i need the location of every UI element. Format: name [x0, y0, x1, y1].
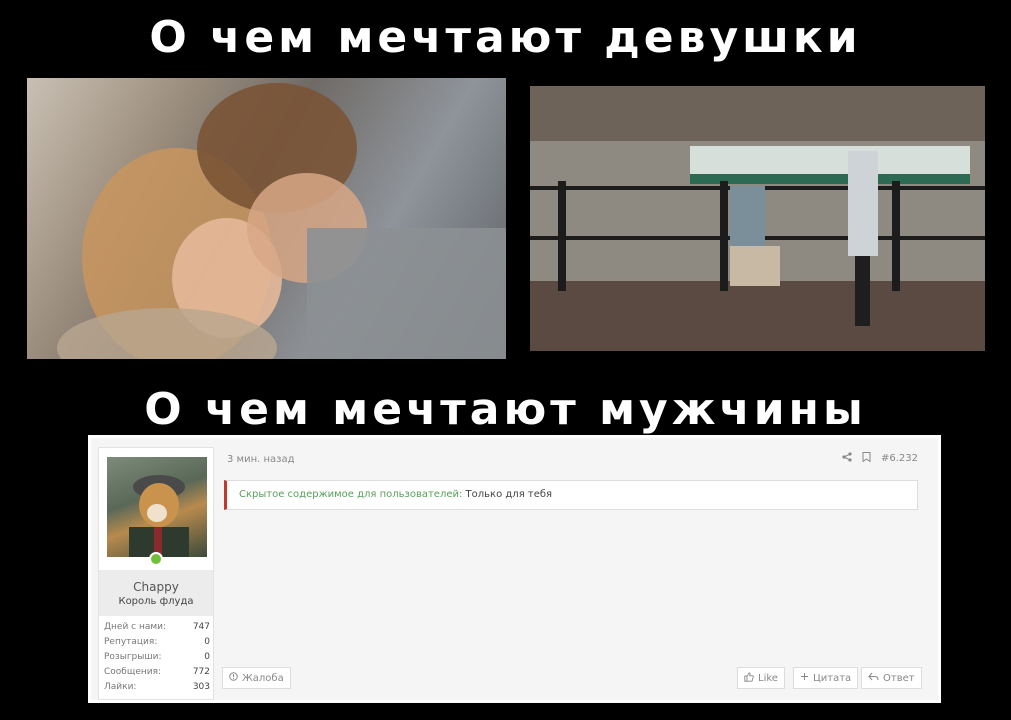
quote-label: Цитата	[813, 672, 852, 684]
forum-post: Chappy Король флуда Дней с нами: 747 Репу…	[88, 435, 941, 703]
couple-hug-photo	[27, 78, 506, 359]
avatar[interactable]	[107, 457, 207, 557]
stat-days: Дней с нами: 747	[104, 620, 210, 635]
plus-icon	[800, 672, 809, 684]
report-button[interactable]: Жалоба	[222, 667, 291, 689]
stat-label: Дней с нами:	[104, 622, 167, 632]
user-stats: Дней с нами: 747 Репутация: 0 Розыгрыши: 0 …	[104, 620, 210, 695]
stat-label: Сообщения:	[104, 667, 162, 677]
post-meta-actions: #6.232	[842, 452, 918, 465]
user-card: Chappy Король флуда Дней с нами: 747 Репу…	[98, 447, 214, 700]
top-heading: О чем мечтают девушки	[149, 12, 862, 63]
stat-value: 747	[192, 622, 210, 632]
stat-label: Лайки:	[104, 682, 137, 692]
warning-icon	[229, 672, 238, 684]
stat-reputation: Репутация: 0	[104, 635, 210, 650]
bottom-heading: О чем мечтают мужчины	[144, 384, 867, 435]
post-number[interactable]: #6.232	[881, 453, 918, 464]
quote-button[interactable]: Цитата	[793, 667, 859, 689]
hidden-content-value: Только для тебя	[465, 489, 553, 500]
like-label: Like	[758, 672, 778, 684]
stat-value: 303	[192, 682, 210, 692]
stat-value: 0	[204, 652, 210, 662]
reply-button[interactable]: Ответ	[861, 667, 922, 689]
stat-label: Розыгрыши:	[104, 652, 162, 662]
share-icon[interactable]	[842, 452, 852, 465]
stat-messages: Сообщения: 772	[104, 665, 210, 680]
stat-giveaways: Розыгрыши: 0	[104, 650, 210, 665]
stat-value: 772	[192, 667, 210, 677]
hidden-content-label: Скрытое содержимое для пользователей:	[239, 489, 463, 500]
reply-arrow-icon	[868, 672, 879, 684]
online-status-icon	[149, 552, 163, 566]
stat-label: Репутация:	[104, 637, 158, 647]
report-label: Жалоба	[242, 672, 284, 684]
stat-likes: Лайки: 303	[104, 680, 210, 695]
username[interactable]: Chappy	[99, 580, 213, 594]
post-timestamp[interactable]: 3 мин. назад	[227, 454, 295, 465]
proposal-photo	[530, 86, 985, 351]
stat-value: 0	[204, 637, 210, 647]
post-body: Chappy Король флуда Дней с нами: 747 Репу…	[91, 438, 938, 700]
user-meta: Chappy Король флуда	[99, 570, 213, 616]
hidden-content-box: Скрытое содержимое для пользователей: То…	[224, 480, 918, 510]
bookmark-icon[interactable]	[862, 452, 871, 465]
reply-label: Ответ	[883, 672, 915, 684]
thumbs-up-icon	[744, 671, 754, 685]
like-button[interactable]: Like	[737, 667, 785, 689]
user-title: Король флуда	[118, 596, 194, 607]
